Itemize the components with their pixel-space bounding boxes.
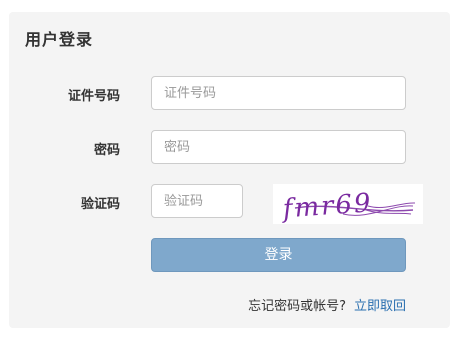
recover-link[interactable]: 立即取回: [354, 299, 406, 314]
captcha-input[interactable]: [151, 184, 243, 218]
captcha-svg: fmr69: [280, 188, 416, 225]
login-button[interactable]: 登录: [151, 238, 406, 272]
panel-title: 用户登录: [25, 30, 94, 49]
captcha-image[interactable]: fmr69: [273, 184, 423, 225]
captcha-text: fmr69: [280, 188, 374, 224]
password-label: 密码: [93, 143, 120, 158]
login-panel: 用户登录 证件号码 密码 验证码 fmr69 登录 忘记密码或帐号? 立即取回: [9, 12, 450, 328]
password-input[interactable]: [151, 130, 406, 164]
forgot-question: 忘记密码或帐号?: [248, 299, 346, 314]
id-number-label: 证件号码: [67, 89, 120, 104]
captcha-label: 验证码: [80, 197, 120, 212]
id-number-input[interactable]: [151, 76, 406, 110]
footer: 忘记密码或帐号? 立即取回: [248, 295, 406, 314]
